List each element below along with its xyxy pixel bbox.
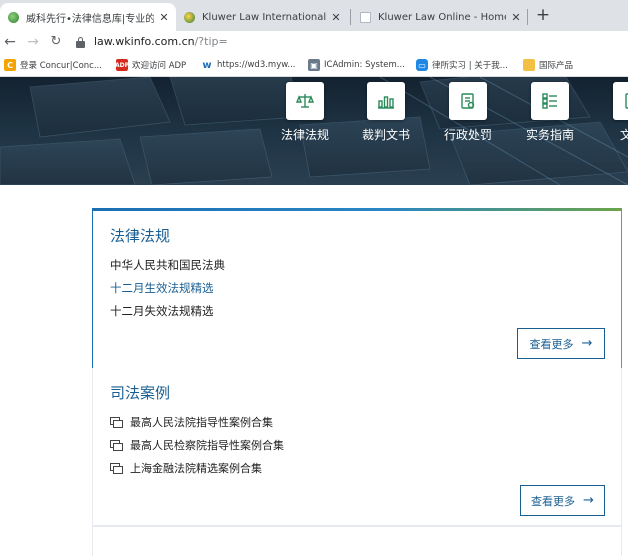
globe-icon xyxy=(8,11,19,23)
bookmark-label: 律所实习 | 关于我... xyxy=(432,61,508,71)
forward-arrow-icon[interactable]: → xyxy=(25,31,41,55)
bookmark-concur[interactable]: C 登录 Concur|Conc... xyxy=(4,59,102,71)
adp-icon: ADP xyxy=(115,59,129,71)
nav-admin-penalty[interactable]: 行政处罚 xyxy=(430,82,506,143)
tab-divider xyxy=(527,9,528,25)
folder-icon xyxy=(523,59,535,71)
icadmin-icon: ▣ xyxy=(308,59,320,71)
cases-card-title: 司法案例 xyxy=(110,384,171,402)
laws-card-title: 法律法规 xyxy=(110,227,171,245)
list-icon xyxy=(531,82,569,120)
file-icon xyxy=(613,82,628,120)
tab-title: Kluwer Law International - Ho xyxy=(202,11,326,23)
copy-icon xyxy=(110,417,123,428)
cases-card: 司法案例 最高人民法院指导性案例合集 最高人民检察院指导性案例合集 上海金融法院… xyxy=(92,368,622,526)
copy-icon xyxy=(110,463,123,474)
reload-icon[interactable]: ↻ xyxy=(48,31,64,55)
bookmark-folder-intl[interactable]: 国际产品 xyxy=(523,59,573,71)
bookmark-label: ICAdmin: System... xyxy=(324,60,405,70)
bookmark-workday[interactable]: w https://wd3.myw... xyxy=(201,59,296,71)
view-more-label: 查看更多 xyxy=(531,494,576,508)
close-icon[interactable]: ✕ xyxy=(330,11,342,24)
back-arrow-icon[interactable]: ← xyxy=(2,31,18,55)
chart-icon xyxy=(367,82,405,120)
case-link-supreme-court[interactable]: 最高人民法院指导性案例合集 xyxy=(110,414,273,430)
nav-practice-guide[interactable]: 实务指南 xyxy=(512,82,588,143)
bookmarks-bar: C 登录 Concur|Conc... ADP 欢迎访问 ADP w https… xyxy=(0,55,628,77)
browser-toolbar: ← → ↻ law.wkinfo.com.cn/?tip= xyxy=(0,31,628,55)
nav-label: 实务指南 xyxy=(525,128,574,142)
tab-title: 威科先行•法律信息库|专业的中文 xyxy=(26,13,154,25)
next-card-partial xyxy=(92,526,622,556)
laws-view-more-button[interactable]: 查看更多 → xyxy=(517,328,605,359)
bookmark-label: 国际产品 xyxy=(539,61,574,71)
arrow-right-icon: → xyxy=(583,493,594,508)
bookmark-label: https://wd3.myw... xyxy=(217,60,296,70)
nav-laws[interactable]: 法律法规 xyxy=(267,82,343,143)
arrow-right-icon: → xyxy=(581,336,593,351)
nav-label: 行政处罚 xyxy=(443,128,492,142)
case-label: 最高人民检察院指导性案例合集 xyxy=(130,439,284,452)
bookmark-adp[interactable]: ADP 欢迎访问 ADP xyxy=(115,59,187,71)
scale-icon xyxy=(286,82,324,120)
nav-label: 文书 xyxy=(619,128,628,142)
browser-tab-kluwer-international[interactable]: Kluwer Law International - Ho ✕ xyxy=(176,3,348,31)
address-bar[interactable]: law.wkinfo.com.cn/?tip= xyxy=(94,35,228,48)
case-label: 上海金融法院精选案例合集 xyxy=(130,462,262,475)
laws-card: 法律法规 中华人民共和国民法典 十二月生效法规精选 十二月失效法规精选 查看更多… xyxy=(92,208,622,368)
nav-documents[interactable]: 文书 xyxy=(594,82,628,143)
chat-icon: ▭ xyxy=(416,59,428,71)
bookmark-label: 欢迎访问 ADP xyxy=(132,61,187,71)
lock-icon xyxy=(76,37,85,48)
bookmark-label: 登录 Concur|Conc... xyxy=(20,61,102,71)
cases-view-more-button[interactable]: 查看更多 → xyxy=(520,485,605,516)
tab-divider xyxy=(350,9,351,25)
law-link-civil-code[interactable]: 中华人民共和国民法典 xyxy=(110,257,225,273)
page-icon xyxy=(360,11,371,23)
bookmark-icadmin[interactable]: ▣ ICAdmin: System... xyxy=(308,59,405,71)
concur-icon: C xyxy=(4,59,16,71)
url-path: /?tip= xyxy=(194,35,228,48)
nav-label: 裁判文书 xyxy=(361,128,410,142)
case-label: 最高人民法院指导性案例合集 xyxy=(130,416,273,429)
view-more-label: 查看更多 xyxy=(529,337,574,351)
url-host: law.wkinfo.com.cn xyxy=(94,35,195,48)
browser-tab-wkinfo[interactable]: 威科先行•法律信息库|专业的中文 ✕ xyxy=(0,3,176,31)
workday-icon: w xyxy=(202,59,212,71)
tab-title: Kluwer Law Online - Home xyxy=(378,11,506,23)
copy-icon xyxy=(110,440,123,451)
browser-tabstrip: 威科先行•法律信息库|专业的中文 ✕ Kluwer Law Internatio… xyxy=(0,0,628,31)
hero-banner: 法律法规 裁判文书 行政处罚 实务指南 文书 xyxy=(0,77,628,185)
nav-judgments[interactable]: 裁判文书 xyxy=(348,82,424,143)
law-link-expired[interactable]: 十二月失效法规精选 xyxy=(110,303,214,319)
close-icon[interactable]: ✕ xyxy=(510,11,522,24)
nav-label: 法律法规 xyxy=(280,128,329,142)
close-icon[interactable]: ✕ xyxy=(158,11,170,24)
case-link-shanghai-financial[interactable]: 上海金融法院精选案例合集 xyxy=(110,460,262,476)
new-tab-button[interactable]: + xyxy=(533,4,553,26)
case-link-supreme-procuratorate[interactable]: 最高人民检察院指导性案例合集 xyxy=(110,437,284,453)
law-link-effective[interactable]: 十二月生效法规精选 xyxy=(110,280,214,296)
globe-icon xyxy=(184,11,195,23)
document-icon xyxy=(449,82,487,120)
browser-tab-kluwer-online[interactable]: Kluwer Law Online - Home ✕ xyxy=(352,3,528,31)
bookmark-internship[interactable]: ▭ 律所实习 | 关于我... xyxy=(416,59,508,71)
